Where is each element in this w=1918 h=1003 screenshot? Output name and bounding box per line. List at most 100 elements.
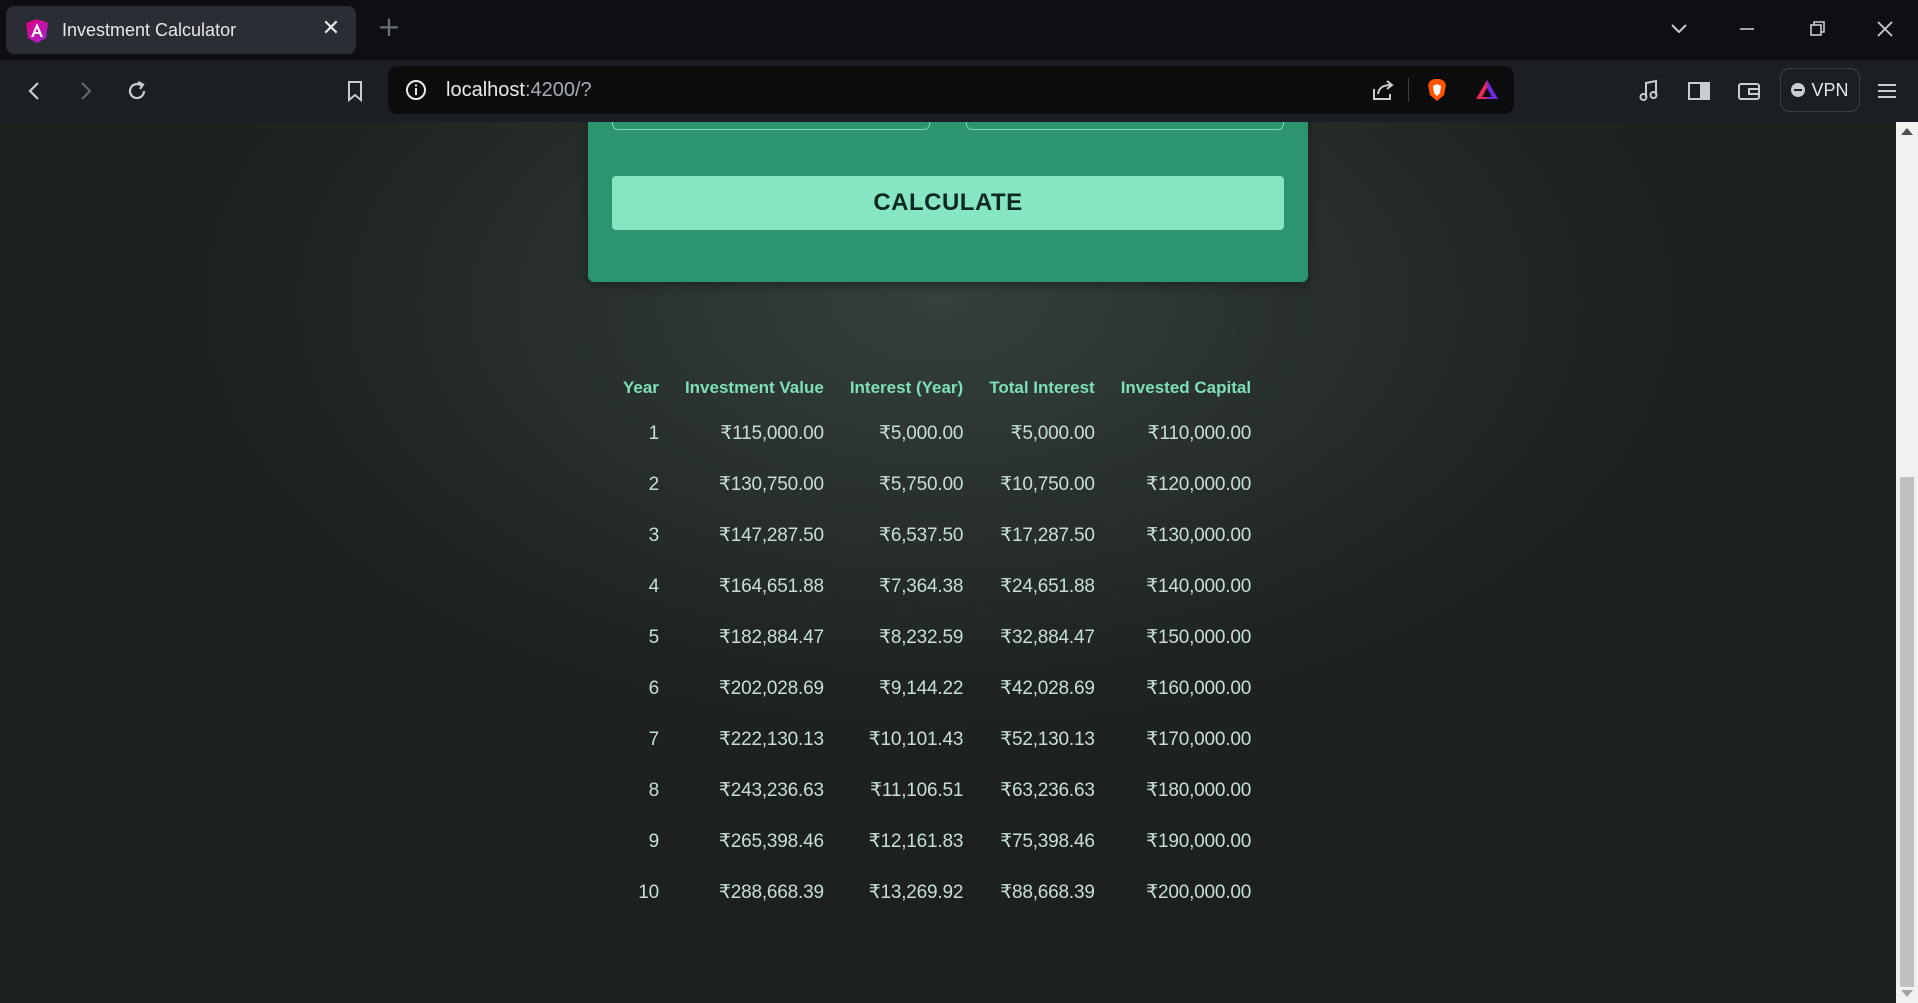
- cell-year: 1: [648, 422, 660, 444]
- cell-invested-capital: ₹170,000.00: [1146, 729, 1252, 750]
- cell-investment-value: ₹265,398.46: [718, 831, 824, 852]
- cell-year: 3: [648, 524, 660, 546]
- table-row: 7 ₹222,130.13 ₹10,101.43 ₹52,130.13 ₹170…: [610, 714, 1264, 765]
- header-investment-value: Investment Value: [684, 378, 824, 397]
- bookmark-icon[interactable]: [340, 76, 370, 106]
- reload-icon[interactable]: [122, 76, 152, 106]
- scroll-down-arrow-icon[interactable]: [1901, 990, 1913, 997]
- cell-investment-value: ₹222,130.13: [718, 729, 824, 750]
- cell-investment-value: ₹147,287.50: [718, 525, 824, 546]
- cell-invested-capital: ₹190,000.00: [1146, 831, 1252, 852]
- cell-year: 7: [648, 728, 660, 750]
- investment-form: CALCULATE: [588, 122, 1308, 282]
- url-host: localhost: [446, 79, 525, 101]
- cell-interest-year: ₹10,101.43: [868, 729, 964, 750]
- address-bar[interactable]: localhost:4200/?: [388, 66, 1514, 114]
- cell-year: 8: [648, 779, 660, 801]
- share-icon[interactable]: [1368, 75, 1398, 105]
- cell-total-interest: ₹32,884.47: [1000, 627, 1095, 648]
- angular-logo-icon: [26, 19, 48, 43]
- results-header-row: Year Investment Value Interest (Year) To…: [610, 368, 1264, 408]
- results-table: Year Investment Value Interest (Year) To…: [610, 368, 1264, 918]
- cell-year: 5: [648, 626, 660, 648]
- calculate-button[interactable]: CALCULATE: [612, 176, 1284, 230]
- cell-interest-year: ₹13,269.92: [868, 882, 964, 903]
- table-row: 5 ₹182,884.47 ₹8,232.59 ₹32,884.47 ₹150,…: [610, 612, 1264, 663]
- cell-year: 9: [648, 830, 660, 852]
- cell-investment-value: ₹115,000.00: [720, 423, 824, 444]
- cell-invested-capital: ₹180,000.00: [1146, 780, 1252, 801]
- cell-invested-capital: ₹140,000.00: [1146, 576, 1252, 597]
- table-row: 8 ₹243,236.63 ₹11,106.51 ₹63,236.63 ₹180…: [610, 765, 1264, 816]
- sidebar-toggle-icon[interactable]: [1684, 76, 1714, 106]
- cell-year: 10: [638, 881, 659, 903]
- hamburger-menu-icon[interactable]: [1872, 76, 1902, 106]
- tab-title: Investment Calculator: [62, 20, 237, 40]
- new-tab-icon[interactable]: +: [376, 13, 402, 41]
- close-tab-icon[interactable]: ✕: [318, 16, 344, 42]
- form-input-partial-left[interactable]: [612, 122, 930, 130]
- cell-year: 6: [648, 677, 660, 699]
- scroll-thumb[interactable]: [1900, 477, 1914, 987]
- cell-investment-value: ₹130,750.00: [718, 474, 824, 495]
- cell-investment-value: ₹243,236.63: [718, 780, 824, 801]
- site-info-icon[interactable]: [404, 78, 428, 102]
- brave-shields-icon[interactable]: [1422, 75, 1452, 105]
- table-row: 2 ₹130,750.00 ₹5,750.00 ₹10,750.00 ₹120,…: [610, 459, 1264, 510]
- brave-rewards-icon[interactable]: [1472, 75, 1502, 105]
- cell-total-interest: ₹5,000.00: [1010, 423, 1095, 444]
- cell-interest-year: ₹12,161.83: [868, 831, 964, 852]
- cell-invested-capital: ₹130,000.00: [1146, 525, 1252, 546]
- cell-total-interest: ₹10,750.00: [1000, 474, 1095, 495]
- wallet-icon[interactable]: [1734, 76, 1764, 106]
- cell-year: 2: [648, 473, 660, 495]
- cell-invested-capital: ₹120,000.00: [1146, 474, 1252, 495]
- cell-investment-value: ₹182,884.47: [718, 627, 824, 648]
- cell-total-interest: ₹75,398.46: [1000, 831, 1095, 852]
- cell-investment-value: ₹288,668.39: [718, 882, 824, 903]
- media-music-icon[interactable]: [1634, 76, 1664, 106]
- tab-strip: Investment Calculator ✕ +: [0, 0, 1918, 60]
- scroll-up-arrow-icon[interactable]: [1901, 128, 1913, 135]
- address-bar-divider: [1408, 78, 1409, 102]
- cell-interest-year: ₹11,106.51: [870, 780, 964, 801]
- header-invested-capital: Invested Capital: [1120, 378, 1252, 397]
- table-row: 3 ₹147,287.50 ₹6,537.50 ₹17,287.50 ₹130,…: [610, 510, 1264, 561]
- restore-icon[interactable]: [1802, 14, 1832, 44]
- cell-interest-year: ₹5,000.00: [878, 423, 964, 444]
- close-window-icon[interactable]: [1870, 14, 1900, 44]
- header-interest-year: Interest (Year): [849, 378, 964, 397]
- cell-interest-year: ₹9,144.22: [878, 678, 964, 699]
- cell-total-interest: ₹52,130.13: [1000, 729, 1095, 750]
- cell-total-interest: ₹88,668.39: [1000, 882, 1095, 903]
- cell-total-interest: ₹63,236.63: [1000, 780, 1095, 801]
- cell-interest-year: ₹6,537.50: [878, 525, 964, 546]
- cell-invested-capital: ₹110,000.00: [1147, 423, 1252, 444]
- minimize-icon[interactable]: [1732, 14, 1762, 44]
- browser-toolbar: localhost:4200/? VPN: [0, 60, 1918, 122]
- page-viewport: CALCULATE Year Investment Value Interest…: [0, 122, 1896, 1003]
- header-total-interest: Total Interest: [989, 378, 1095, 397]
- tab-search-chevron-icon[interactable]: [1664, 14, 1694, 44]
- cell-interest-year: ₹5,750.00: [878, 474, 964, 495]
- forward-icon[interactable]: [70, 76, 100, 106]
- form-input-partial-right[interactable]: [966, 122, 1284, 130]
- back-icon[interactable]: [20, 76, 50, 106]
- url-path: :4200/?: [524, 79, 592, 101]
- page-scrollbar[interactable]: [1896, 122, 1918, 1003]
- url-text[interactable]: localhost:4200/?: [446, 79, 592, 102]
- cell-invested-capital: ₹200,000.00: [1146, 882, 1252, 903]
- vpn-status-icon: [1791, 83, 1806, 97]
- table-row: 10 ₹288,668.39 ₹13,269.92 ₹88,668.39 ₹20…: [610, 867, 1264, 918]
- vpn-label: VPN: [1811, 79, 1849, 100]
- cell-total-interest: ₹24,651.88: [1000, 576, 1095, 597]
- cell-invested-capital: ₹150,000.00: [1146, 627, 1252, 648]
- table-row: 4 ₹164,651.88 ₹7,364.38 ₹24,651.88 ₹140,…: [610, 561, 1264, 612]
- browser-window: Investment Calculator ✕ + localhost:4200…: [0, 0, 1918, 1003]
- cell-total-interest: ₹42,028.69: [1000, 678, 1095, 699]
- cell-invested-capital: ₹160,000.00: [1146, 678, 1252, 699]
- vpn-button[interactable]: VPN: [1780, 68, 1860, 112]
- tab-investment-calculator[interactable]: Investment Calculator ✕: [6, 6, 356, 54]
- table-row: 1 ₹115,000.00 ₹5,000.00 ₹5,000.00 ₹110,0…: [610, 408, 1264, 459]
- cell-interest-year: ₹8,232.59: [878, 627, 964, 648]
